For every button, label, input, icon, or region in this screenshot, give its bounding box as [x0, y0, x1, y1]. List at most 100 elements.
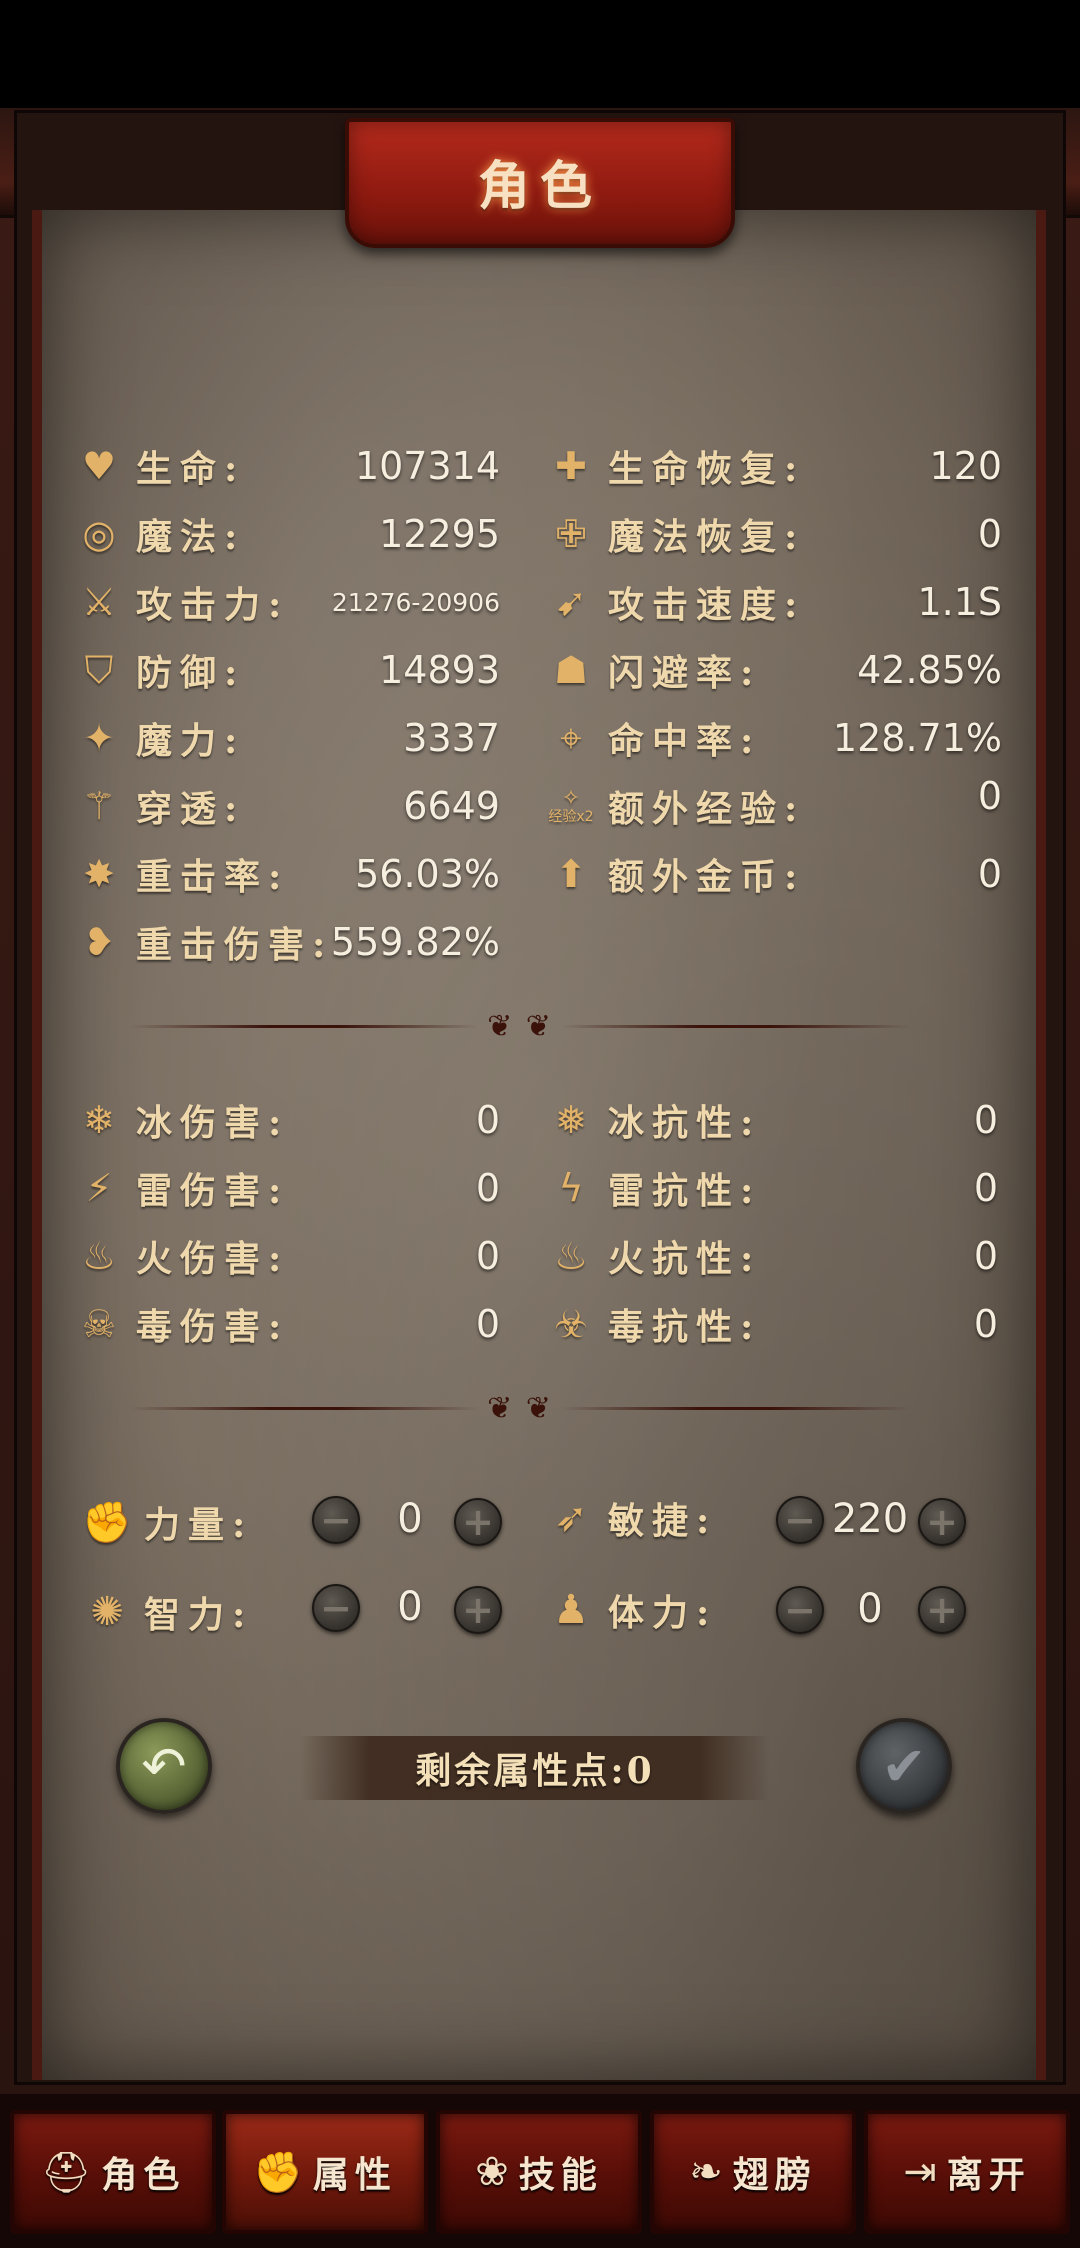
stat-row-thunder-damage: ⚡ 雷伤害: 0	[76, 1160, 500, 1216]
stat-value: 0	[977, 512, 1002, 556]
swirl-icon: ◎	[82, 512, 116, 556]
stat-value: 1.1S	[917, 580, 1002, 624]
crosshair-icon: ⌖	[560, 716, 582, 760]
dodge-icon: ☗	[553, 648, 589, 692]
stat-value: 3337	[403, 716, 500, 760]
stat-value: 120	[929, 444, 1002, 488]
exp-badge: 经验x2	[548, 809, 594, 825]
stat-value: 0	[475, 1302, 500, 1346]
attr-agility: ➶ 敏捷:	[546, 1488, 717, 1548]
stat-row-pierce: ⚚ 穿透: 6649	[76, 778, 500, 834]
stat-row-crit-rate: ✸ 重击率: 56.03%	[76, 846, 500, 902]
strength-value: 0	[397, 1496, 423, 1542]
agility-value: 220	[831, 1496, 909, 1542]
stat-label: 火抗性:	[608, 1238, 762, 1280]
title-banner: 角色	[345, 118, 735, 248]
tab-label: 翅膀	[732, 2154, 817, 2196]
stat-label: 冰伤害:	[136, 1102, 290, 1144]
stat-row-mp-regen: ✙ 魔法恢复: 0	[548, 506, 1002, 562]
attr-strength: ✊ 力量:	[82, 1492, 253, 1552]
stat-row-fire-damage: ♨ 火伤害: 0	[76, 1228, 500, 1284]
back-button[interactable]: ↶	[116, 1718, 212, 1814]
intelligence-minus-button[interactable]: −	[312, 1584, 360, 1632]
running-icon: ➶	[554, 1495, 588, 1541]
tab-label: 属性	[312, 2154, 397, 2196]
attr-label: 智力:	[144, 1594, 254, 1636]
exp-glyph: ✧	[561, 786, 581, 811]
coin-up-icon: ⬆	[555, 852, 587, 896]
exit-icon: ⇥	[903, 2149, 937, 2195]
stat-row-ice-damage: ❄ 冰伤害: 0	[76, 1092, 500, 1148]
stamina-minus-button[interactable]: −	[776, 1586, 824, 1634]
stat-label: 魔法恢复:	[608, 516, 806, 558]
agility-minus-button[interactable]: −	[776, 1496, 824, 1544]
exp-icon: ✧ 经验x2	[548, 783, 594, 829]
remaining-points: 剩余属性点:0	[300, 1736, 770, 1800]
heart-plus-icon: ✚	[555, 444, 587, 488]
strength-minus-button[interactable]: −	[312, 1496, 360, 1544]
stat-row-crit-damage: ❥ 重击伤害: 559.82%	[76, 914, 500, 970]
stat-value: 21276-20906	[331, 587, 500, 617]
stat-value: 0	[475, 1166, 500, 1210]
helmet-icon: ⛑	[40, 2149, 92, 2196]
stat-label: 火伤害:	[136, 1238, 290, 1280]
magic-hand-icon: ✦	[83, 716, 115, 760]
stat-value: 128.71%	[832, 716, 1002, 760]
stat-label: 魔力:	[136, 720, 246, 762]
thunder-resist-icon: ϟ	[558, 1166, 584, 1210]
agility-plus-button[interactable]: +	[918, 1498, 966, 1546]
tab-label: 技能	[518, 2154, 603, 2196]
stat-label: 生命:	[136, 448, 246, 490]
stat-row-bonus-gold: ⬆ 额外金币: 0	[548, 846, 1002, 902]
broken-heart-icon: ❥	[83, 920, 115, 964]
ornament-divider: ❦ ❦	[130, 1391, 910, 1426]
stat-row-thunder-resist: ϟ 雷抗性: 0	[548, 1160, 998, 1216]
poison-resist-icon: ☣	[553, 1302, 589, 1346]
stat-label: 额外经验:	[608, 788, 806, 830]
ice-resist-icon: ❅	[555, 1098, 587, 1142]
stat-row-magic-power: ✦ 魔力: 3337	[76, 710, 500, 766]
stat-label: 穿透:	[136, 788, 246, 830]
heart-icon: ♥	[81, 444, 117, 488]
brain-icon: ✺	[90, 1589, 124, 1635]
stat-value: 0	[973, 1234, 998, 1278]
stat-value: 12295	[379, 512, 500, 556]
sword-icon: ⚔	[81, 580, 117, 624]
attack-speed-icon: ➹	[555, 580, 587, 624]
intelligence-plus-button[interactable]: +	[454, 1586, 502, 1634]
bottom-tab-bar: ⛑ 角色 ✊ 属性 ❀ 技能 ❧ 翅膀 ⇥ 离开	[0, 2094, 1080, 2248]
confirm-button[interactable]: ✔	[856, 1718, 952, 1814]
tab-skills[interactable]: ❀ 技能	[436, 2110, 642, 2234]
stat-label: 防御:	[136, 652, 246, 694]
stat-label: 毒伤害:	[136, 1306, 290, 1348]
shield-icon: ⛉	[84, 648, 114, 692]
stamina-value: 0	[857, 1586, 883, 1632]
attr-intelligence: ✺ 智力:	[82, 1582, 253, 1642]
stat-label: 闪避率:	[608, 652, 762, 694]
ornament-divider: ❦ ❦	[130, 1009, 910, 1044]
stat-label: 攻击力:	[136, 584, 290, 626]
stamina-plus-button[interactable]: +	[918, 1586, 966, 1634]
stat-label: 生命恢复:	[608, 448, 806, 490]
stat-row-poison-damage: ☠ 毒伤害: 0	[76, 1296, 500, 1352]
crit-rate-icon: ✸	[83, 852, 115, 896]
stat-row-attack-speed: ➹ 攻击速度: 1.1S	[548, 574, 1002, 630]
intelligence-value: 0	[397, 1584, 423, 1630]
pierce-icon: ⚚	[81, 784, 117, 828]
stat-row-fire-resist: ♨ 火抗性: 0	[548, 1228, 998, 1284]
attr-label: 体力:	[608, 1592, 718, 1634]
tab-attributes[interactable]: ✊ 属性	[222, 2110, 428, 2234]
divider-ornament: ❦ ❦	[487, 1390, 553, 1426]
tab-exit[interactable]: ⇥ 离开	[864, 2110, 1070, 2234]
tab-wings[interactable]: ❧ 翅膀	[650, 2110, 856, 2234]
fist-burst-icon: ✊	[253, 2149, 303, 2196]
stat-label: 雷抗性:	[608, 1170, 762, 1212]
divider-ornament: ❦ ❦	[487, 1008, 553, 1044]
strength-plus-button[interactable]: +	[454, 1498, 502, 1546]
mana-plus-icon: ✙	[555, 512, 587, 556]
body-icon: ♟	[553, 1587, 589, 1633]
tab-label: 角色	[101, 2154, 186, 2196]
stat-value: 6649	[403, 784, 500, 828]
tab-character[interactable]: ⛑ 角色	[10, 2110, 216, 2234]
stat-value: 56.03%	[355, 852, 500, 896]
